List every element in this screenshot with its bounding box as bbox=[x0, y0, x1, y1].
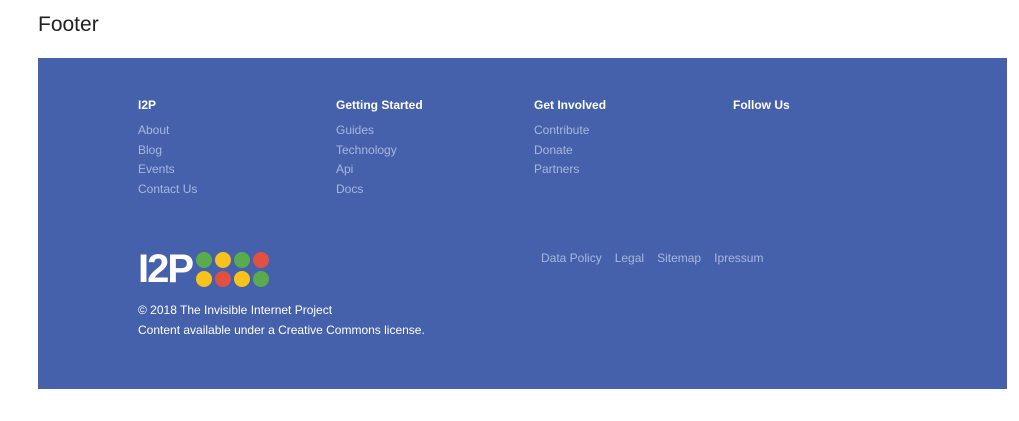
i2p-logo[interactable]: I2P bbox=[138, 247, 270, 291]
logo-dot bbox=[215, 251, 232, 268]
logo-dot bbox=[196, 251, 213, 268]
footer-column-title: I2P bbox=[138, 98, 157, 112]
footer-column-get-involved: Get Involved Contribute Donate Partners bbox=[534, 98, 606, 180]
footer-link-partners[interactable]: Partners bbox=[534, 160, 606, 180]
logo-dot bbox=[234, 270, 251, 287]
page-title: Footer bbox=[38, 13, 99, 36]
logo-dot bbox=[215, 270, 232, 287]
footer-link-technology[interactable]: Technology bbox=[336, 141, 423, 161]
copyright-block: © 2018 The Invisible Internet Project Co… bbox=[138, 300, 425, 340]
footer-column-i2p: I2P About Blog Events Contact Us bbox=[138, 98, 197, 199]
logo-dot bbox=[253, 251, 270, 268]
footer-column-title: Follow Us bbox=[733, 98, 790, 112]
footer-column-title: Get Involved bbox=[534, 98, 607, 112]
legal-links: Data Policy Legal Sitemap Ipressum bbox=[541, 251, 763, 265]
footer-link-guides[interactable]: Guides bbox=[336, 121, 423, 141]
license-text: Content available under a Creative Commo… bbox=[138, 323, 425, 337]
footer-link-events[interactable]: Events bbox=[138, 160, 197, 180]
footer-link-blog[interactable]: Blog bbox=[138, 141, 197, 161]
footer-link-legal[interactable]: Legal bbox=[615, 251, 644, 265]
logo-dots-icon bbox=[196, 251, 270, 287]
logo-dot bbox=[196, 270, 213, 287]
footer-link-contact-us[interactable]: Contact Us bbox=[138, 180, 197, 200]
site-footer: I2P About Blog Events Contact Us Getting… bbox=[38, 58, 1007, 389]
footer-link-sitemap[interactable]: Sitemap bbox=[657, 251, 701, 265]
footer-link-donate[interactable]: Donate bbox=[534, 141, 606, 161]
logo-dot bbox=[253, 270, 270, 287]
logo-wordmark: I2P bbox=[138, 247, 194, 291]
logo-dot bbox=[234, 251, 251, 268]
footer-link-docs[interactable]: Docs bbox=[336, 180, 423, 200]
footer-column-title: Getting Started bbox=[336, 98, 423, 112]
footer-column-getting-started: Getting Started Guides Technology Api Do… bbox=[336, 98, 423, 199]
footer-link-data-policy[interactable]: Data Policy bbox=[541, 251, 602, 265]
copyright-text: © 2018 The Invisible Internet Project bbox=[138, 303, 333, 317]
footer-link-api[interactable]: Api bbox=[336, 160, 423, 180]
footer-link-contribute[interactable]: Contribute bbox=[534, 121, 606, 141]
footer-link-about[interactable]: About bbox=[138, 121, 197, 141]
footer-link-ipressum[interactable]: Ipressum bbox=[714, 251, 763, 265]
footer-column-follow-us: Follow Us bbox=[733, 98, 790, 121]
